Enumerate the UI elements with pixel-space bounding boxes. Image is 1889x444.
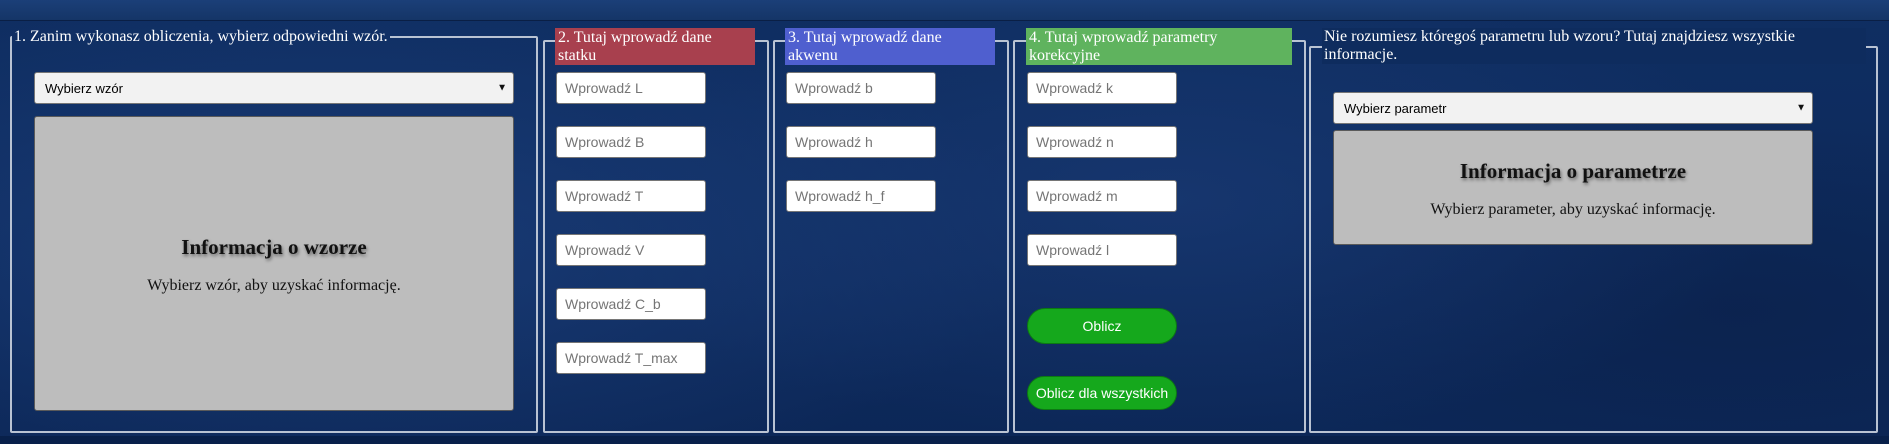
basin-panel-legend: 3. Tutaj wprowadź dane akwenu bbox=[785, 28, 995, 65]
correction-panel-legend: 4. Tutaj wprowadź parametry korekcyjne bbox=[1026, 28, 1292, 65]
input-C_b[interactable]: Wprowadź C_b bbox=[556, 288, 706, 320]
calculate-button[interactable]: Oblicz bbox=[1027, 308, 1177, 344]
formula-panel-legend: 1. Zanim wykonasz obliczenia, wybierz od… bbox=[14, 28, 388, 45]
input-L[interactable]: Wprowadź L bbox=[556, 72, 706, 104]
parameter-info-box: Informacja o parametrze Wybierz paramete… bbox=[1333, 130, 1813, 245]
input-h[interactable]: Wprowadź h bbox=[786, 126, 936, 158]
input-V[interactable]: Wprowadź V bbox=[556, 234, 706, 266]
parameter-select-value: Wybierz parametr bbox=[1344, 100, 1447, 116]
input-T[interactable]: Wprowadź T bbox=[556, 180, 706, 212]
input-l[interactable]: Wprowadź l bbox=[1027, 234, 1177, 266]
calculate-all-button[interactable]: Oblicz dla wszystkich bbox=[1027, 376, 1177, 410]
input-m[interactable]: Wprowadź m bbox=[1027, 180, 1177, 212]
top-bar bbox=[0, 0, 1889, 21]
bottom-bar bbox=[0, 436, 1889, 444]
input-k[interactable]: Wprowadź k bbox=[1027, 72, 1177, 104]
formula-info-box: Informacja o wzorze Wybierz wzór, aby uz… bbox=[34, 116, 514, 411]
parameter-info-title: Informacja o parametrze bbox=[1459, 159, 1687, 183]
formula-select[interactable]: Wybierz wzór ▼ bbox=[34, 72, 514, 104]
help-panel-legend: Nie rozumiesz któregoś parametru lub wzo… bbox=[1322, 28, 1866, 64]
ship-panel-legend: 2. Tutaj wprowadź dane statku bbox=[555, 28, 755, 65]
formula-info-title: Informacja o wzorze bbox=[181, 235, 367, 259]
formula-select-value: Wybierz wzór bbox=[45, 80, 123, 96]
input-T_max[interactable]: Wprowadź T_max bbox=[556, 342, 706, 374]
formula-info-text: Wybierz wzór, aby uzyskać informację. bbox=[147, 277, 401, 294]
input-n[interactable]: Wprowadź n bbox=[1027, 126, 1177, 158]
input-h_f[interactable]: Wprowadź h_f bbox=[786, 180, 936, 212]
chevron-down-icon: ▼ bbox=[1796, 102, 1806, 114]
parameter-select[interactable]: Wybierz parametr ▼ bbox=[1333, 92, 1813, 124]
parameter-info-text: Wybierz parameter, aby uzyskać informacj… bbox=[1430, 201, 1716, 218]
chevron-down-icon: ▼ bbox=[497, 82, 507, 94]
input-b[interactable]: Wprowadź b bbox=[786, 72, 936, 104]
input-B[interactable]: Wprowadź B bbox=[556, 126, 706, 158]
